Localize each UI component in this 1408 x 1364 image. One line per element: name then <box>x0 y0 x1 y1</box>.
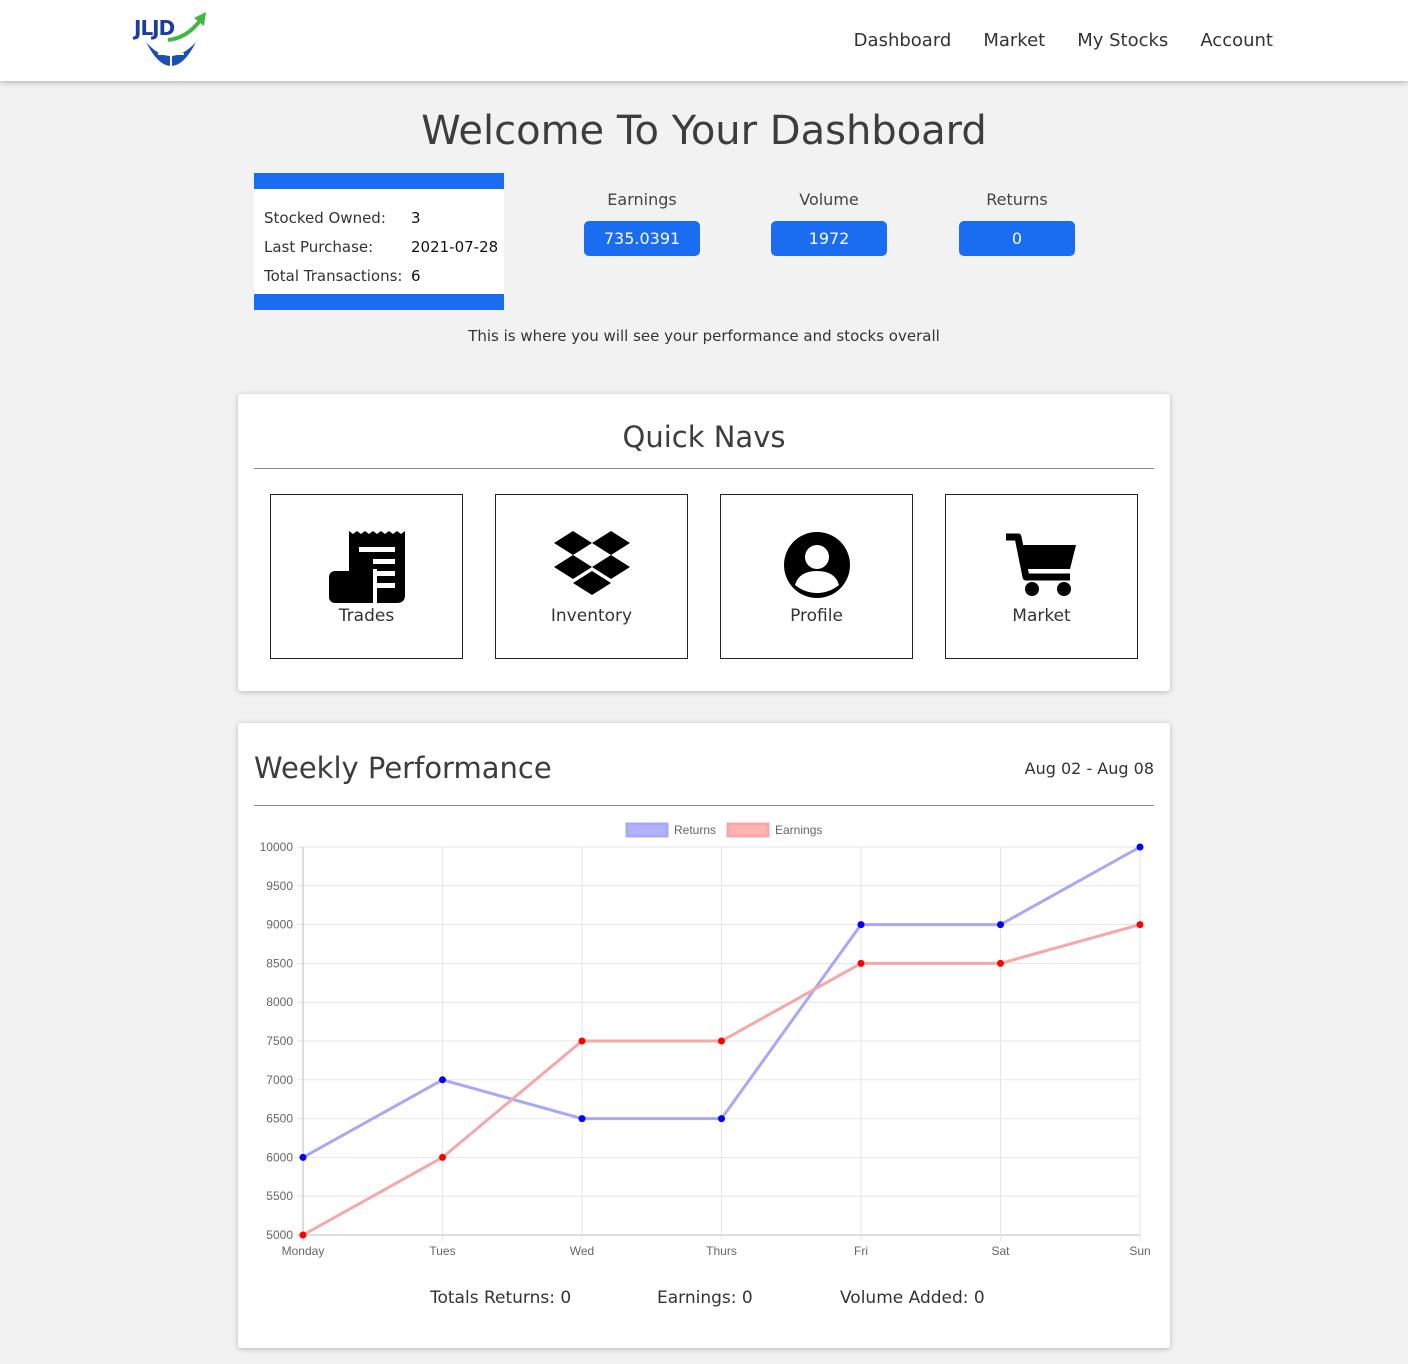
totals-volume-added: Volume Added: 0 <box>840 1288 985 1308</box>
data-point-earnings <box>578 1037 586 1045</box>
main-nav: Dashboard Market My Stocks Account <box>854 30 1273 51</box>
x-tick-label: Fri <box>854 1244 868 1258</box>
brand-logo[interactable]: JLJD <box>132 10 212 66</box>
quick-navs-divider <box>254 468 1154 469</box>
data-point-returns <box>299 1153 307 1161</box>
y-tick-label: 9500 <box>266 879 293 893</box>
y-tick-label: 8000 <box>266 995 293 1009</box>
totals-returns: Totals Returns: 0 <box>430 1288 572 1308</box>
quick-nav-trades-label: Trades <box>338 606 395 626</box>
data-point-earnings <box>439 1153 446 1161</box>
quick-nav-inventory[interactable]: Inventory <box>495 494 688 659</box>
y-tick-label: 6500 <box>266 1112 293 1126</box>
last-purchase-value: 2021-07-28 <box>411 237 499 256</box>
total-transactions-value: 6 <box>411 266 421 285</box>
quick-navs-panel: Quick Navs Trades Inventory Profile Mark… <box>238 394 1170 691</box>
returns-label: Returns <box>986 190 1048 209</box>
y-tick-label: 10000 <box>260 840 294 854</box>
x-tick-label: Tues <box>429 1244 455 1258</box>
x-tick-label: Thurs <box>706 1244 737 1258</box>
receipt-icon <box>329 531 405 603</box>
shopping-cart-icon <box>1006 533 1076 596</box>
page-title: Welcome To Your Dashboard <box>421 108 987 154</box>
weekly-performance-panel: Weekly Performance Aug 02 - Aug 08 5000 5… <box>238 723 1170 1348</box>
x-tick-label: Monday <box>282 1244 325 1258</box>
x-tick-label: Sun <box>1129 1244 1150 1258</box>
total-transactions-label: Total Transactions: <box>264 266 403 285</box>
returns-metric: Returns 0 <box>959 190 1075 256</box>
data-point-returns <box>718 1115 725 1123</box>
quick-nav-trades[interactable]: Trades <box>270 494 463 659</box>
last-purchase-label: Last Purchase: <box>264 237 374 256</box>
legend-swatch-returns <box>625 822 669 838</box>
data-point-earnings <box>718 1037 725 1045</box>
quick-navs-title: Quick Navs <box>622 420 786 454</box>
earnings-label: Earnings <box>607 190 677 209</box>
user-circle-icon <box>784 532 850 598</box>
quick-nav-market[interactable]: Market <box>945 494 1138 659</box>
y-tick-label: 7000 <box>266 1073 293 1087</box>
volume-value-badge: 1972 <box>771 221 887 256</box>
quick-nav-market-label: Market <box>1012 606 1071 626</box>
performance-divider <box>254 805 1154 806</box>
y-tick-label: 8500 <box>266 956 293 970</box>
earnings-value-badge: 735.0391 <box>584 221 700 256</box>
weekly-performance-chart: 5000 5500 6000 6500 7000 7500 8000 8500 9000 9500… <box>260 822 1151 1258</box>
quick-nav-profile[interactable]: Profile <box>720 494 913 659</box>
stocked-owned-label: Stocked Owned: <box>264 208 386 227</box>
y-tick-label: 6000 <box>266 1150 293 1164</box>
legend-label-returns: Returns <box>674 823 716 837</box>
data-point-earnings <box>299 1231 307 1239</box>
volume-metric: Volume 1972 <box>771 190 887 256</box>
brand-logo-text: JLJD <box>134 16 175 40</box>
x-tick-label: Wed <box>570 1244 594 1258</box>
returns-value-badge: 0 <box>959 221 1075 256</box>
x-tick-label: Sat <box>991 1244 1010 1258</box>
y-tick-label: 5500 <box>266 1189 293 1203</box>
totals-earnings: Earnings: 0 <box>657 1288 753 1308</box>
y-tick-label: 5000 <box>266 1228 293 1242</box>
nav-dashboard[interactable]: Dashboard <box>854 30 952 51</box>
last-purchase-row: Last Purchase: 2021-07-28 <box>264 232 504 261</box>
data-point-earnings <box>857 959 865 967</box>
volume-label: Volume <box>799 190 859 209</box>
earnings-metric: Earnings 735.0391 <box>584 190 700 256</box>
date-range: Aug 02 - Aug 08 <box>1024 759 1154 778</box>
nav-my-stocks[interactable]: My Stocks <box>1077 30 1168 51</box>
data-point-returns <box>439 1076 446 1084</box>
total-transactions-row: Total Transactions: 6 <box>264 261 504 290</box>
data-point-earnings <box>997 959 1004 967</box>
data-point-earnings <box>1136 921 1144 929</box>
legend-label-earnings: Earnings <box>775 823 822 837</box>
stocked-owned-row: Stocked Owned: 3 <box>264 203 504 232</box>
quick-nav-inventory-label: Inventory <box>550 606 633 626</box>
data-point-returns <box>1136 843 1144 851</box>
top-navbar: JLJD Dashboard Market My Stocks Account <box>0 0 1408 81</box>
dropbox-icon <box>554 531 630 595</box>
quick-nav-profile-label: Profile <box>790 606 843 626</box>
legend-swatch-earnings <box>726 822 770 838</box>
y-tick-label: 9000 <box>266 918 293 932</box>
weekly-performance-title: Weekly Performance <box>254 751 552 785</box>
summary-card: Stocked Owned: 3 Last Purchase: 2021-07-… <box>254 173 504 310</box>
nav-account[interactable]: Account <box>1200 30 1273 51</box>
y-tick-label: 7500 <box>266 1034 293 1048</box>
data-point-returns <box>857 921 865 929</box>
nav-market[interactable]: Market <box>983 30 1045 51</box>
data-point-returns <box>997 921 1004 929</box>
data-point-returns <box>578 1115 586 1123</box>
dashboard-subtitle: This is where you will see your performa… <box>468 327 940 345</box>
stocked-owned-value: 3 <box>411 208 421 227</box>
